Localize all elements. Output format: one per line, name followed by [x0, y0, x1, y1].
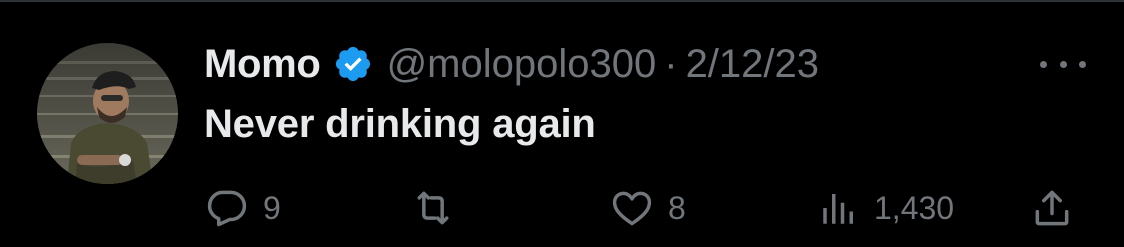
share-button[interactable]	[1030, 186, 1074, 230]
retweet-button[interactable]	[410, 186, 470, 230]
reply-count: 9	[263, 189, 281, 226]
verified-badge-icon[interactable]	[333, 44, 373, 84]
more-horizontal-icon[interactable]	[1040, 52, 1086, 76]
more-dot	[1079, 60, 1086, 68]
like-button[interactable]: 8	[610, 186, 686, 230]
separator-dot: ·	[664, 41, 678, 86]
retweet-icon	[410, 186, 456, 230]
tweet-text: Never drinking again	[204, 102, 596, 146]
like-count: 8	[668, 189, 686, 226]
reply-button[interactable]: 9	[205, 186, 281, 230]
share-icon	[1030, 186, 1074, 230]
reply-icon	[205, 186, 249, 230]
views-button[interactable]: 1,430	[818, 186, 954, 230]
views-bar-chart-icon	[818, 186, 860, 230]
more-dot	[1040, 60, 1047, 68]
avatar-photo	[37, 43, 178, 184]
user-handle[interactable]: @molopolo300	[387, 42, 657, 87]
display-name[interactable]: Momo	[204, 42, 321, 87]
tweet-header: Momo @molopolo300 · 2/12/23	[204, 38, 819, 90]
tweet[interactable]: Momo @molopolo300 · 2/12/23 Never drinki…	[0, 0, 1124, 247]
more-dot	[1059, 60, 1067, 68]
heart-icon	[610, 186, 654, 230]
views-count: 1,430	[874, 189, 955, 226]
avatar[interactable]	[37, 43, 178, 184]
tweet-date[interactable]: 2/12/23	[686, 42, 819, 87]
